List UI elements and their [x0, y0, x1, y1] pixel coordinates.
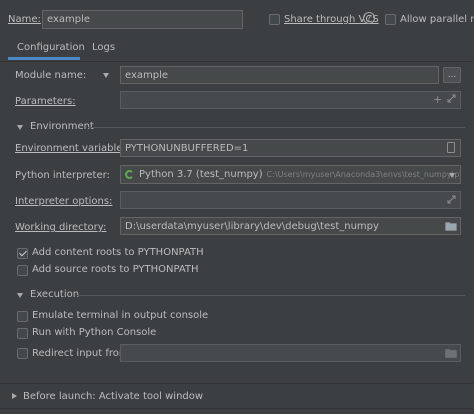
source-roots-label: Add source roots to PYTHONPATH	[32, 264, 199, 275]
environment-divider	[88, 127, 465, 128]
environment-collapse-icon[interactable]	[17, 125, 23, 130]
emulate-terminal-checkbox[interactable]	[17, 311, 28, 322]
footer-divider	[0, 383, 474, 384]
interpreter-chevron-down-icon[interactable]	[449, 173, 455, 178]
interpreter-options-input[interactable]	[120, 191, 461, 209]
interpreter-options-label: Interpreter options:	[15, 196, 113, 207]
python-console-label: Run with Python Console	[32, 327, 157, 338]
help-icon[interactable]: ?	[363, 12, 375, 24]
name-label: Name:	[8, 14, 41, 25]
redirect-input-field[interactable]	[120, 344, 461, 362]
env-vars-edit-icon[interactable]	[447, 142, 455, 153]
execution-collapse-icon[interactable]	[17, 293, 23, 298]
interpreter-path: C:\Users\myuser\Anaconda3\envs\test_nump…	[266, 170, 460, 179]
tab-configuration-indicator	[8, 57, 80, 60]
interpreter-select[interactable]: Python 3.7 (test_numpy) C:\Users\myuser\…	[120, 165, 461, 184]
environment-section-title: Environment	[30, 121, 94, 132]
redirect-input-checkbox[interactable]	[17, 348, 28, 359]
before-launch-label[interactable]: Before launch: Activate tool window	[23, 391, 203, 402]
redirect-input-label: Redirect input from:	[32, 348, 132, 359]
content-roots-checkbox[interactable]	[17, 248, 28, 259]
source-roots-checkbox[interactable]	[17, 265, 28, 276]
before-launch-expand-icon[interactable]	[12, 393, 17, 399]
parameters-label: Parameters:	[15, 96, 76, 107]
python-console-checkbox[interactable]	[17, 328, 28, 339]
allow-parallel-label: Allow parallel run	[400, 14, 474, 25]
working-dir-label: Working directory:	[15, 222, 107, 233]
interpreter-label: Python interpreter:	[15, 170, 110, 181]
module-name-label: Module name:	[15, 70, 87, 81]
working-dir-input[interactable]: D:\userdata\myuser\library\dev\debug\tes…	[120, 217, 461, 235]
expand-icon[interactable]	[447, 94, 456, 103]
parameters-input[interactable]	[120, 91, 461, 109]
env-vars-label: Environment variables:	[15, 143, 131, 154]
emulate-terminal-label: Emulate terminal in output console	[32, 310, 209, 321]
folder-icon[interactable]	[445, 221, 457, 231]
name-input[interactable]: example	[42, 10, 243, 29]
module-browse-button[interactable]: ...	[443, 67, 461, 83]
bottom-divider	[0, 408, 474, 409]
share-vcs-checkbox[interactable]	[269, 14, 280, 25]
module-type-chevron-down-icon[interactable]	[103, 73, 109, 78]
interpreter-status-icon	[125, 170, 134, 179]
interpreter-options-expand-icon[interactable]	[447, 195, 456, 204]
tab-configuration[interactable]: Configuration	[17, 42, 85, 53]
execution-divider	[77, 295, 465, 296]
allow-parallel-checkbox[interactable]	[385, 14, 396, 25]
content-roots-label: Add content roots to PYTHONPATH	[32, 247, 204, 258]
tab-logs[interactable]: Logs	[92, 42, 115, 53]
execution-section-title: Execution	[30, 289, 80, 300]
module-name-input[interactable]: example	[120, 66, 439, 84]
redirect-folder-icon[interactable]	[445, 348, 457, 358]
env-vars-input[interactable]: PYTHONUNBUFFERED=1	[120, 139, 461, 157]
tabs-divider	[0, 61, 474, 62]
add-macro-icon[interactable]: +	[433, 93, 442, 106]
